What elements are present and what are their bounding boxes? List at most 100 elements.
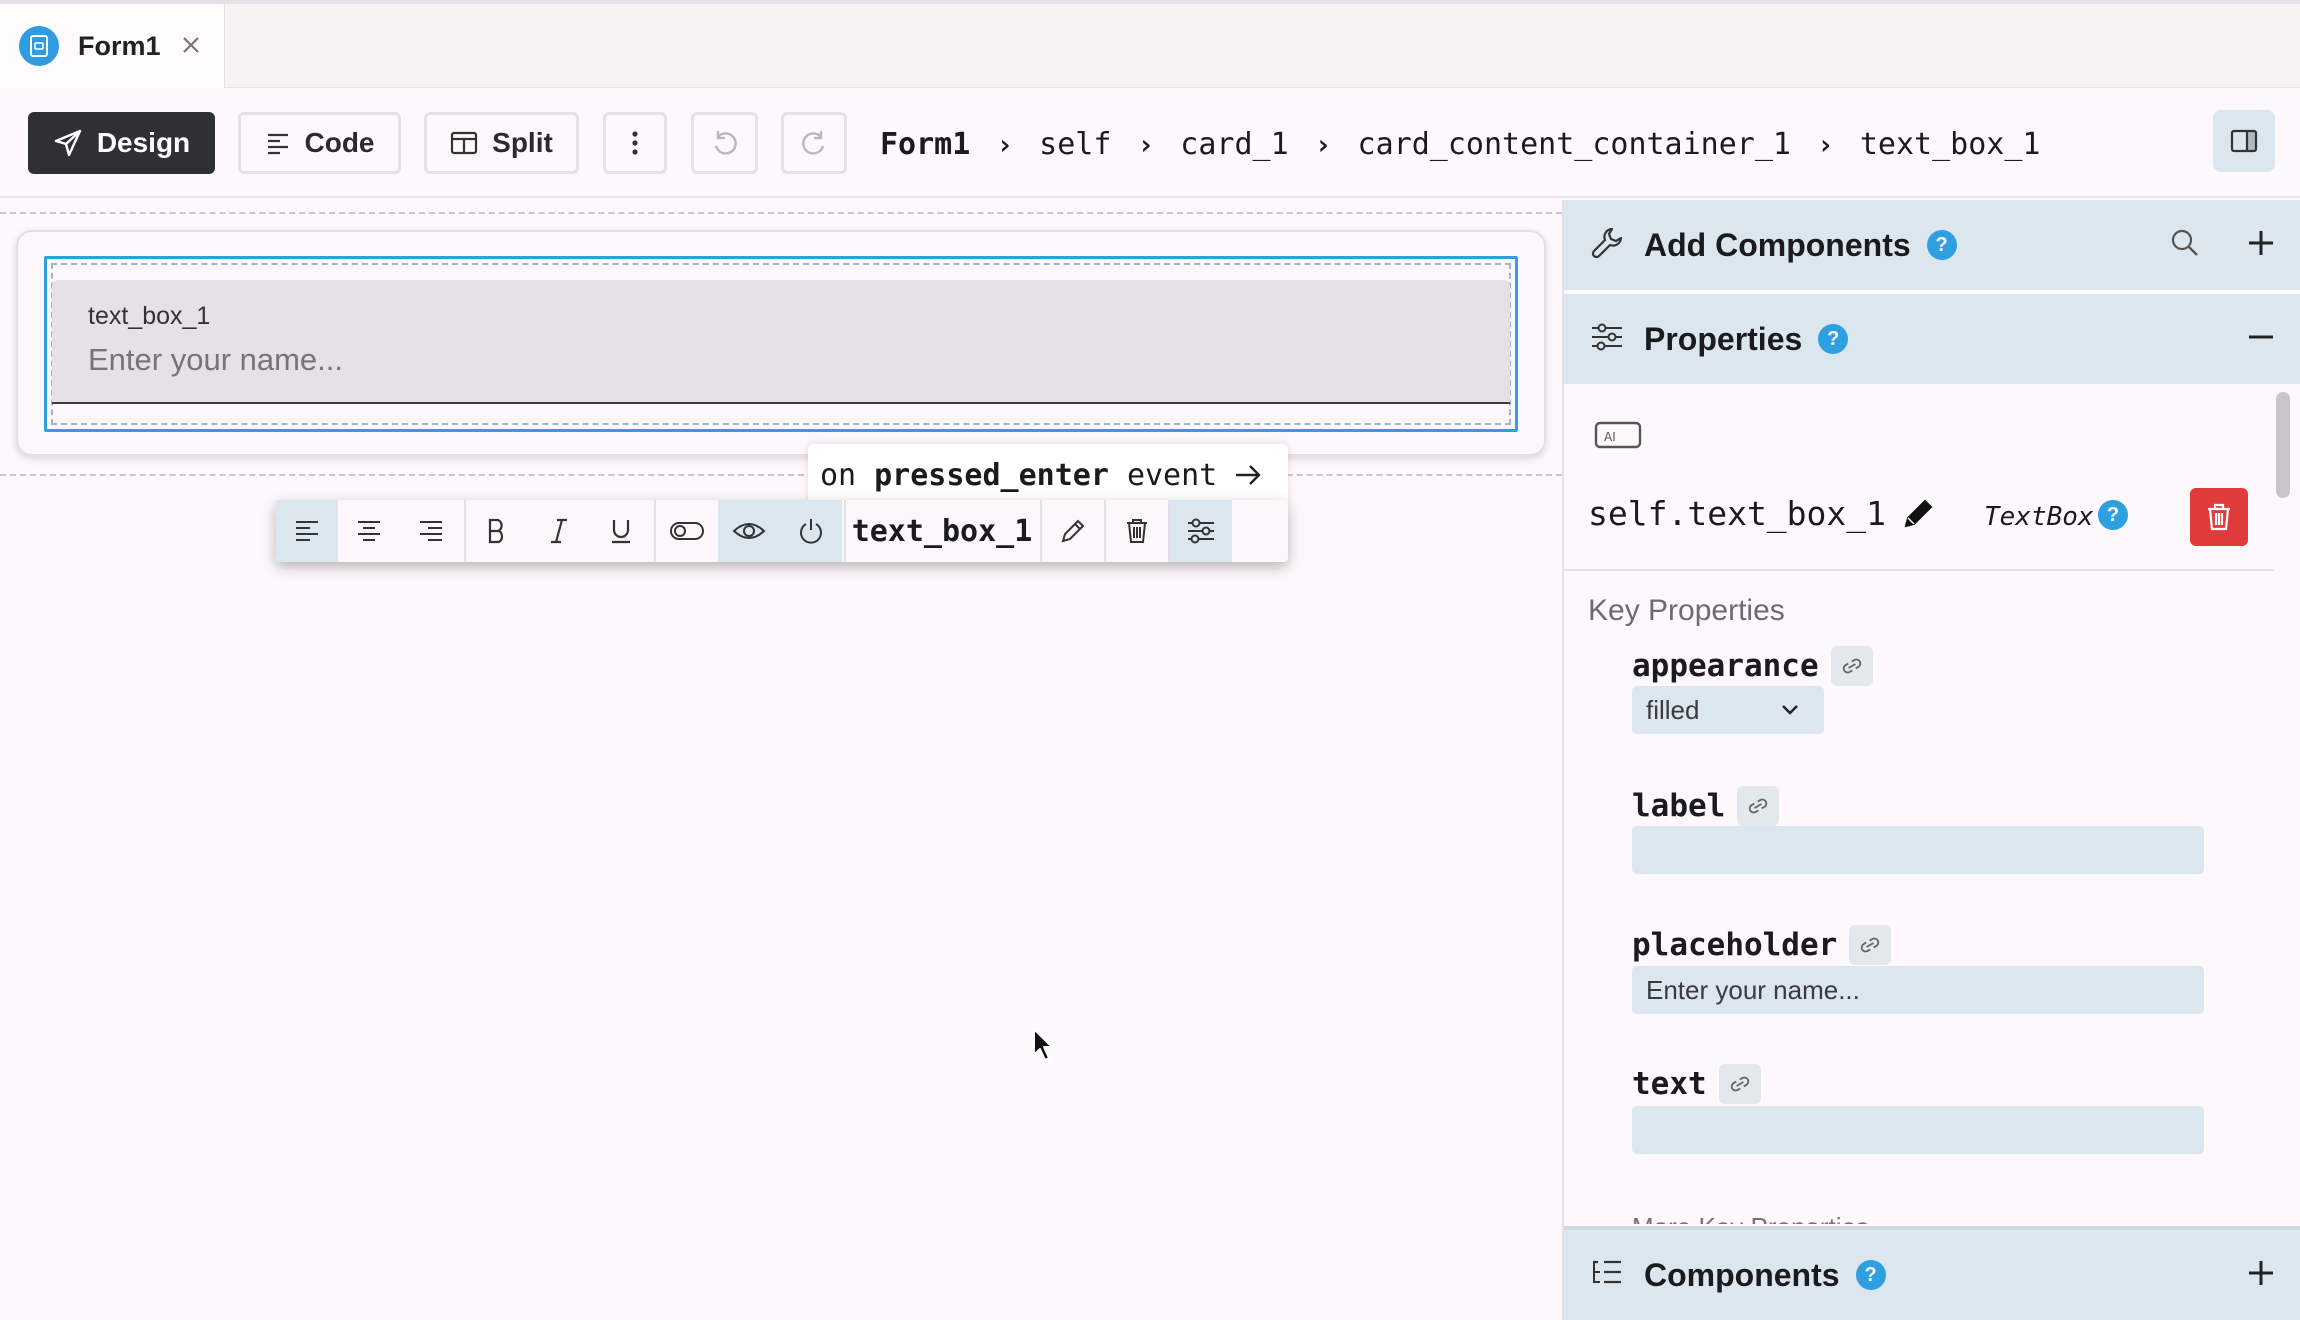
split-label: Split — [492, 127, 553, 158]
close-icon[interactable] — [178, 32, 204, 58]
align-right-icon — [420, 521, 442, 541]
label-input[interactable] — [1632, 826, 2204, 874]
visible-toggle-button[interactable] — [718, 500, 780, 562]
property-label: label — [1632, 788, 1726, 824]
breadcrumb-item-self[interactable]: self — [1039, 127, 1111, 162]
wrench-icon — [1590, 226, 1624, 265]
delete-component-button[interactable] — [1106, 500, 1168, 562]
design-canvas[interactable]: text_box_1 Enter your name... on pressed… — [0, 200, 1562, 1320]
breadcrumb-item-form1[interactable]: Form1 — [880, 127, 970, 162]
tab-form1[interactable]: Form1 — [0, 4, 225, 88]
help-icon[interactable]: ? — [1855, 1260, 1886, 1290]
rename-button[interactable] — [1042, 500, 1104, 562]
chevron-right-icon: › — [1817, 127, 1834, 161]
event-handler-link[interactable]: on pressed_enter event — [808, 444, 1288, 506]
align-left-icon — [296, 521, 318, 541]
properties-title: Properties — [1644, 320, 1803, 357]
underline-icon — [612, 520, 630, 544]
align-right-button[interactable] — [400, 500, 462, 562]
link-icon[interactable] — [1830, 646, 1873, 686]
component-name-label: text_box_1 — [851, 513, 1033, 549]
eye-icon — [732, 523, 766, 539]
more-options-button[interactable] — [603, 112, 667, 174]
property-appearance: appearance — [1632, 646, 1873, 686]
properties-header[interactable]: Properties ? — [1564, 294, 2300, 384]
link-icon[interactable] — [1849, 925, 1892, 965]
breadcrumb-item-container[interactable]: card_content_container_1 — [1358, 127, 1791, 162]
components-title: Components — [1644, 1256, 1840, 1293]
align-left-icon — [267, 133, 288, 155]
undo-icon — [714, 131, 737, 155]
sliders-icon — [1590, 322, 1624, 357]
split-button[interactable]: Split — [424, 112, 579, 174]
component-name: self.text_box_1 — [1588, 494, 1887, 533]
mouse-cursor-icon — [1031, 1027, 1057, 1068]
align-center-button[interactable] — [338, 500, 400, 562]
help-icon[interactable]: ? — [1926, 230, 1957, 260]
drop-zone-divider — [0, 474, 1562, 476]
power-button[interactable] — [780, 500, 842, 562]
code-label: Code — [304, 127, 375, 158]
italic-button[interactable] — [528, 500, 590, 562]
chevron-right-icon: › — [1314, 127, 1332, 161]
help-icon[interactable]: ? — [1818, 324, 1849, 354]
breadcrumb-item-textbox[interactable]: text_box_1 — [1860, 127, 2041, 162]
breadcrumb-item-card[interactable]: card_1 — [1180, 127, 1288, 162]
property-label: placeholder — [1632, 927, 1838, 963]
appearance-select[interactable]: filled — [1632, 686, 1824, 734]
undo-button[interactable] — [691, 112, 758, 174]
properties-button[interactable] — [1170, 500, 1232, 562]
arrow-right-icon — [1236, 465, 1261, 485]
minus-icon[interactable] — [2246, 322, 2276, 357]
delete-component-button[interactable] — [2190, 488, 2248, 546]
plus-icon[interactable] — [2246, 1258, 2276, 1293]
bold-button[interactable] — [466, 500, 528, 562]
plus-icon[interactable] — [2246, 228, 2276, 263]
trash-icon — [2208, 503, 2230, 531]
key-properties-title: Key Properties — [1588, 594, 1785, 627]
property-label-row: label — [1632, 786, 1780, 826]
textbox-type-icon: AI — [1594, 420, 1642, 455]
sidebar-panel-icon — [2230, 129, 2258, 153]
property-text: text — [1632, 1064, 1761, 1104]
search-icon[interactable] — [2170, 228, 2200, 263]
align-left-button[interactable] — [276, 500, 338, 562]
placeholder-input[interactable]: Enter your name... — [1632, 966, 2204, 1014]
redo-icon — [802, 131, 825, 155]
code-button[interactable]: Code — [238, 112, 401, 174]
property-label: text — [1632, 1066, 1707, 1102]
toggle-panel-button[interactable] — [2213, 110, 2275, 172]
text-box-label: text_box_1 — [88, 302, 211, 330]
scrollbar[interactable] — [2276, 392, 2290, 498]
design-button[interactable]: Design — [28, 112, 215, 174]
chevron-right-icon: › — [996, 127, 1014, 161]
floating-component-toolbar: text_box_1 — [276, 500, 1288, 562]
redo-button[interactable] — [781, 112, 847, 174]
more-properties-link[interactable]: More Key Properties — [1632, 1212, 1869, 1224]
link-icon[interactable] — [1718, 1064, 1761, 1104]
editor-toolbar: Design Code Split Form1 › self › card_1 … — [0, 88, 2300, 198]
divider — [1564, 569, 2274, 571]
link-icon[interactable] — [1737, 786, 1780, 826]
text-box-component[interactable]: text_box_1 Enter your name... — [52, 280, 1510, 404]
split-view-icon — [451, 131, 478, 155]
text-box-placeholder: Enter your name... — [88, 342, 344, 377]
components-header[interactable]: Components ? — [1564, 1226, 2300, 1320]
tree-list-icon — [1590, 1258, 1624, 1293]
italic-icon — [551, 518, 567, 544]
component-type[interactable]: TextBox — [1984, 502, 2094, 532]
power-icon — [800, 519, 822, 544]
pencil-icon[interactable] — [1902, 496, 1936, 535]
placeholder-value: Enter your name... — [1646, 974, 1860, 1005]
help-icon[interactable]: ? — [2098, 500, 2128, 530]
tab-bar: Form1 — [0, 0, 2300, 88]
event-prefix: on — [820, 457, 857, 493]
underline-button[interactable] — [590, 500, 652, 562]
add-components-header[interactable]: Add Components ? — [1564, 200, 2300, 290]
appearance-value: filled — [1646, 694, 1700, 725]
event-name: pressed_enter — [874, 457, 1109, 493]
right-panel: Add Components ? Properties ? AI self.te… — [1562, 200, 2300, 1320]
enabled-toggle-button[interactable] — [656, 500, 718, 562]
text-input[interactable] — [1632, 1106, 2204, 1154]
property-label: appearance — [1632, 648, 1819, 684]
